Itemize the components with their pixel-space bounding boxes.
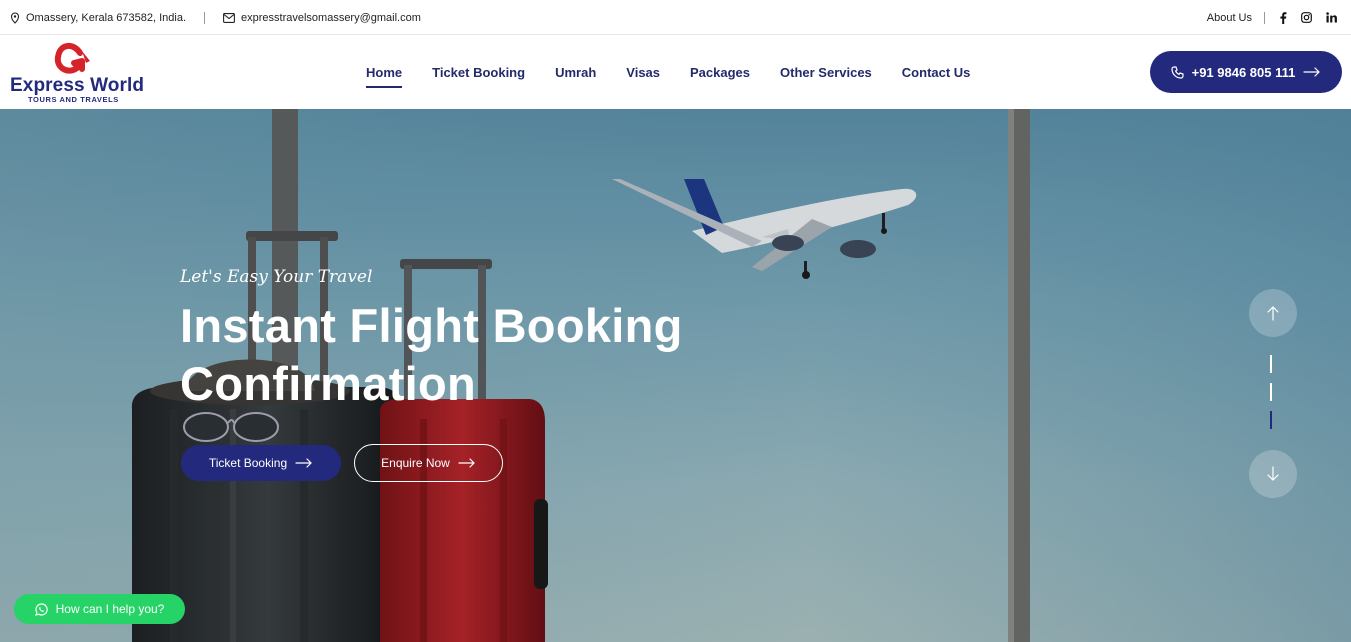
phone-button[interactable]: +91 9846 805 111 — [1150, 51, 1342, 93]
nav-contact-us[interactable]: Contact Us — [902, 59, 971, 86]
divider — [204, 11, 205, 24]
hero-title: Instant Flight Booking Confirmation — [180, 297, 780, 413]
address-item: Omassery, Kerala 673582, India. — [10, 12, 186, 24]
logo-subtext: TOURS AND TRAVELS — [28, 95, 119, 104]
nav-home[interactable]: Home — [366, 59, 403, 88]
nav-ticket-booking[interactable]: Ticket Booking — [432, 59, 525, 86]
arrow-right-icon — [458, 458, 475, 468]
ticket-booking-label: Ticket Booking — [208, 456, 288, 470]
facebook-icon[interactable] — [1279, 11, 1287, 24]
email-link[interactable]: expresstravelsomassery@gmail.com — [241, 12, 421, 24]
arrow-right-icon — [1303, 67, 1321, 77]
main-header: G Express World TOURS AND TRAVELS Home T… — [0, 35, 1351, 109]
slider-indicators — [1270, 355, 1273, 439]
arrow-up-icon — [1267, 306, 1279, 321]
arrow-down-icon — [1267, 466, 1279, 481]
whatsapp-icon — [34, 602, 48, 616]
logo[interactable]: G Express World TOURS AND TRAVELS — [8, 39, 148, 105]
slider-next-button[interactable] — [1249, 450, 1297, 498]
nav-other-services[interactable]: Other Services — [780, 59, 872, 86]
main-nav: Home Ticket Booking Umrah Visas Packages… — [366, 35, 1000, 109]
address-text: Omassery, Kerala 673582, India. — [26, 11, 186, 24]
slide-indicator[interactable] — [1270, 383, 1272, 401]
slider-prev-button[interactable] — [1249, 289, 1297, 337]
phone-icon — [1171, 65, 1184, 79]
mail-icon — [223, 12, 235, 23]
linkedin-icon[interactable] — [1326, 12, 1337, 23]
top-bar: Omassery, Kerala 673582, India. expresst… — [0, 0, 1351, 35]
divider — [1264, 11, 1265, 24]
whatsapp-chat-button[interactable]: How can I help you? — [14, 594, 185, 624]
slide-indicator-active[interactable] — [1270, 411, 1272, 429]
ticket-booking-button[interactable]: Ticket Booking — [181, 445, 341, 481]
email-item[interactable]: expresstravelsomassery@gmail.com — [223, 12, 421, 24]
about-us-link[interactable]: About Us — [1207, 12, 1252, 24]
location-pin-icon — [10, 11, 20, 24]
arrow-right-icon — [295, 458, 312, 468]
enquire-now-button[interactable]: Enquire Now — [354, 444, 503, 482]
enquire-now-label: Enquire Now — [381, 456, 450, 470]
nav-visas[interactable]: Visas — [626, 59, 660, 86]
hero-section: Let's Easy Your Travel Instant Flight Bo… — [0, 109, 1351, 642]
instagram-icon[interactable] — [1301, 12, 1312, 23]
whatsapp-chat-label: How can I help you? — [55, 602, 165, 616]
logo-text: Express World — [10, 75, 144, 96]
slide-indicator[interactable] — [1270, 355, 1272, 373]
hero-title-line-1: Instant Flight Booking — [180, 299, 683, 352]
nav-umrah[interactable]: Umrah — [555, 59, 596, 86]
hero-title-line-2: Confirmation — [180, 357, 477, 410]
phone-number: +91 9846 805 111 — [1191, 64, 1296, 80]
hero-tagline: Let's Easy Your Travel — [180, 267, 373, 287]
nav-packages[interactable]: Packages — [690, 59, 750, 86]
